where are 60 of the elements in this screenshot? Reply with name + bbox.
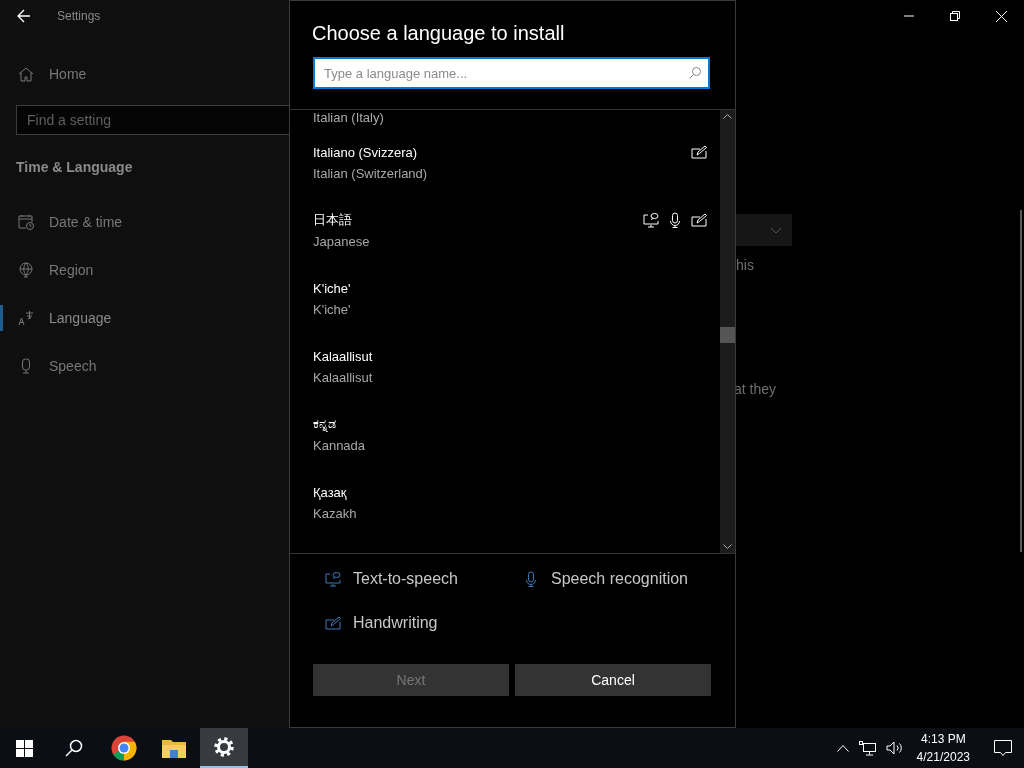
scroll-thumb[interactable] bbox=[720, 327, 735, 343]
speech-bubble-monitor-icon bbox=[643, 212, 659, 228]
legend-label: Speech recognition bbox=[551, 570, 688, 588]
language-native-name[interactable]: Қазақ bbox=[313, 484, 347, 500]
language-native-name[interactable]: 日本語 bbox=[313, 211, 352, 229]
language-english-name: Italian (Switzerland) bbox=[313, 166, 429, 181]
nav-item[interactable]: Date & time bbox=[0, 209, 289, 235]
search-field[interactable]: Find a setting bbox=[16, 105, 289, 135]
speech-bubble-monitor-icon bbox=[325, 571, 341, 587]
chevron-down-icon bbox=[770, 226, 782, 234]
clock[interactable]: 4:13 PM 4/21/2023 bbox=[916, 730, 970, 766]
search-icon bbox=[689, 67, 701, 79]
section-heading: Time & Language bbox=[16, 159, 134, 175]
pen-on-pad-icon bbox=[691, 144, 707, 160]
browser-icon bbox=[111, 735, 137, 761]
legend-label: Text-to-speech bbox=[353, 570, 458, 588]
taskbar-app-button[interactable] bbox=[200, 728, 248, 768]
search-field[interactable]: Type a language name... bbox=[313, 57, 710, 89]
description-text: his bbox=[736, 257, 754, 273]
language-english-name: Italian (Italy) bbox=[313, 110, 385, 126]
window-title: Settings bbox=[57, 9, 101, 23]
globe-icon bbox=[18, 262, 34, 278]
gear-icon bbox=[214, 737, 234, 757]
notification-icon[interactable] bbox=[994, 739, 1012, 757]
calendar-clock-icon bbox=[18, 214, 34, 230]
language-native-name[interactable]: ಕನ್ನಡ bbox=[313, 416, 336, 432]
cancel-button[interactable]: Cancel bbox=[515, 664, 711, 696]
nav-item[interactable]: Region bbox=[0, 257, 289, 283]
language-icon bbox=[18, 310, 34, 326]
search-icon bbox=[65, 739, 83, 757]
restore-icon bbox=[950, 11, 960, 21]
language-english-name: K'iche' bbox=[313, 302, 352, 317]
language-english-name: Kalaallisut bbox=[313, 370, 374, 385]
microphone-icon bbox=[523, 571, 539, 587]
nav-item[interactable]: Speech bbox=[0, 353, 289, 379]
pen-on-pad-icon bbox=[325, 615, 341, 631]
back-button[interactable] bbox=[17, 9, 31, 23]
network-icon[interactable] bbox=[858, 740, 876, 756]
scrollbar[interactable] bbox=[1020, 210, 1022, 552]
scroll-up-icon bbox=[723, 114, 732, 119]
pen-on-pad-icon bbox=[691, 212, 707, 228]
dialog-title: Choose a language to install bbox=[312, 22, 566, 45]
home-icon bbox=[18, 66, 34, 82]
language-native-name[interactable]: Kalaallisut bbox=[313, 348, 373, 364]
back-arrow-icon bbox=[17, 9, 31, 23]
chevron-up-icon[interactable] bbox=[836, 744, 849, 752]
scrollbar[interactable] bbox=[720, 110, 735, 553]
folder-icon bbox=[162, 738, 186, 758]
close-icon bbox=[995, 10, 1007, 22]
language-english-name: Kannada bbox=[313, 438, 367, 453]
windows-logo-icon bbox=[15, 739, 33, 757]
scroll-down-icon bbox=[723, 544, 732, 549]
language-native-name[interactable]: Italiano (Svizzera) bbox=[313, 144, 418, 160]
legend-label: Handwriting bbox=[353, 614, 438, 632]
home-link[interactable]: Home bbox=[16, 64, 289, 84]
language-english-name: Japanese bbox=[313, 234, 371, 249]
language-english-name: Kazakh bbox=[313, 506, 358, 521]
microphone-icon bbox=[667, 212, 683, 228]
language-native-name[interactable]: K'iche' bbox=[313, 280, 351, 296]
speaker-icon[interactable] bbox=[885, 741, 903, 755]
